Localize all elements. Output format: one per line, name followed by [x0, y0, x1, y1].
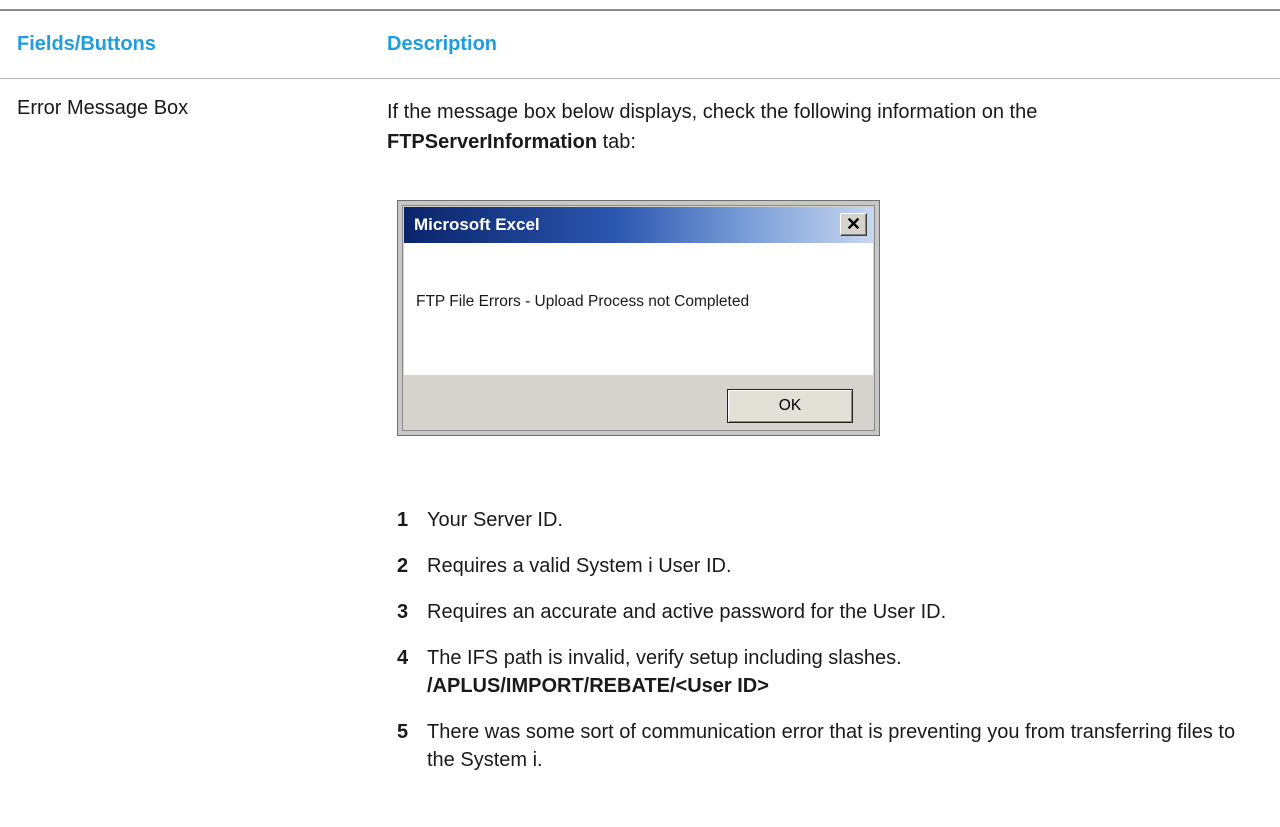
step-number: 1: [397, 509, 409, 531]
step-number: 3: [397, 601, 409, 623]
close-icon[interactable]: ✕: [840, 213, 867, 236]
list-item: 5 There was some sort of communication e…: [387, 718, 1247, 774]
dialog-titlebar: Microsoft Excel ✕: [404, 207, 873, 243]
step-number: 5: [397, 721, 409, 743]
description-intro: If the message box below displays, check…: [387, 97, 1247, 157]
list-item: 1 Your Server ID.: [387, 506, 1247, 534]
intro-suffix: tab:: [597, 131, 636, 153]
step-text: The IFS path is invalid, verify setup in…: [427, 647, 902, 669]
field-name-cell: Error Message Box: [17, 97, 189, 119]
list-item: 2 Requires a valid System i User ID.: [387, 552, 1247, 580]
column-header-description: Description: [387, 33, 498, 55]
intro-text: If the message box below displays, check…: [387, 101, 1038, 123]
step-text: Requires a valid System i User ID.: [427, 555, 732, 577]
header-divider: [0, 78, 1280, 79]
list-item: 4 The IFS path is invalid, verify setup …: [387, 644, 1247, 700]
step-text: Requires an accurate and active password…: [427, 601, 947, 623]
step-number: 2: [397, 555, 409, 577]
checklist: 1 Your Server ID. 2 Requires a valid Sys…: [387, 506, 1247, 792]
step-text: Your Server ID.: [427, 509, 563, 531]
dialog-title: Microsoft Excel: [414, 215, 540, 234]
ok-button[interactable]: OK: [727, 389, 853, 423]
step-number: 4: [397, 647, 409, 669]
dialog-message: FTP File Errors - Upload Process not Com…: [416, 293, 750, 310]
table-top-rule: [0, 9, 1280, 11]
dialog-body: FTP File Errors - Upload Process not Com…: [404, 243, 873, 375]
column-header-fields-buttons: Fields/Buttons: [17, 33, 156, 55]
step-text: There was some sort of communication err…: [427, 721, 1236, 771]
intro-tab-name: FTPServerInformation: [387, 131, 598, 153]
ifs-path: /APLUS/IMPORT/REBATE/<User ID>: [427, 675, 769, 697]
error-dialog-screenshot: Microsoft Excel ✕ FTP File Errors - Uplo…: [397, 200, 880, 436]
list-item: 3 Requires an accurate and active passwo…: [387, 598, 1247, 626]
